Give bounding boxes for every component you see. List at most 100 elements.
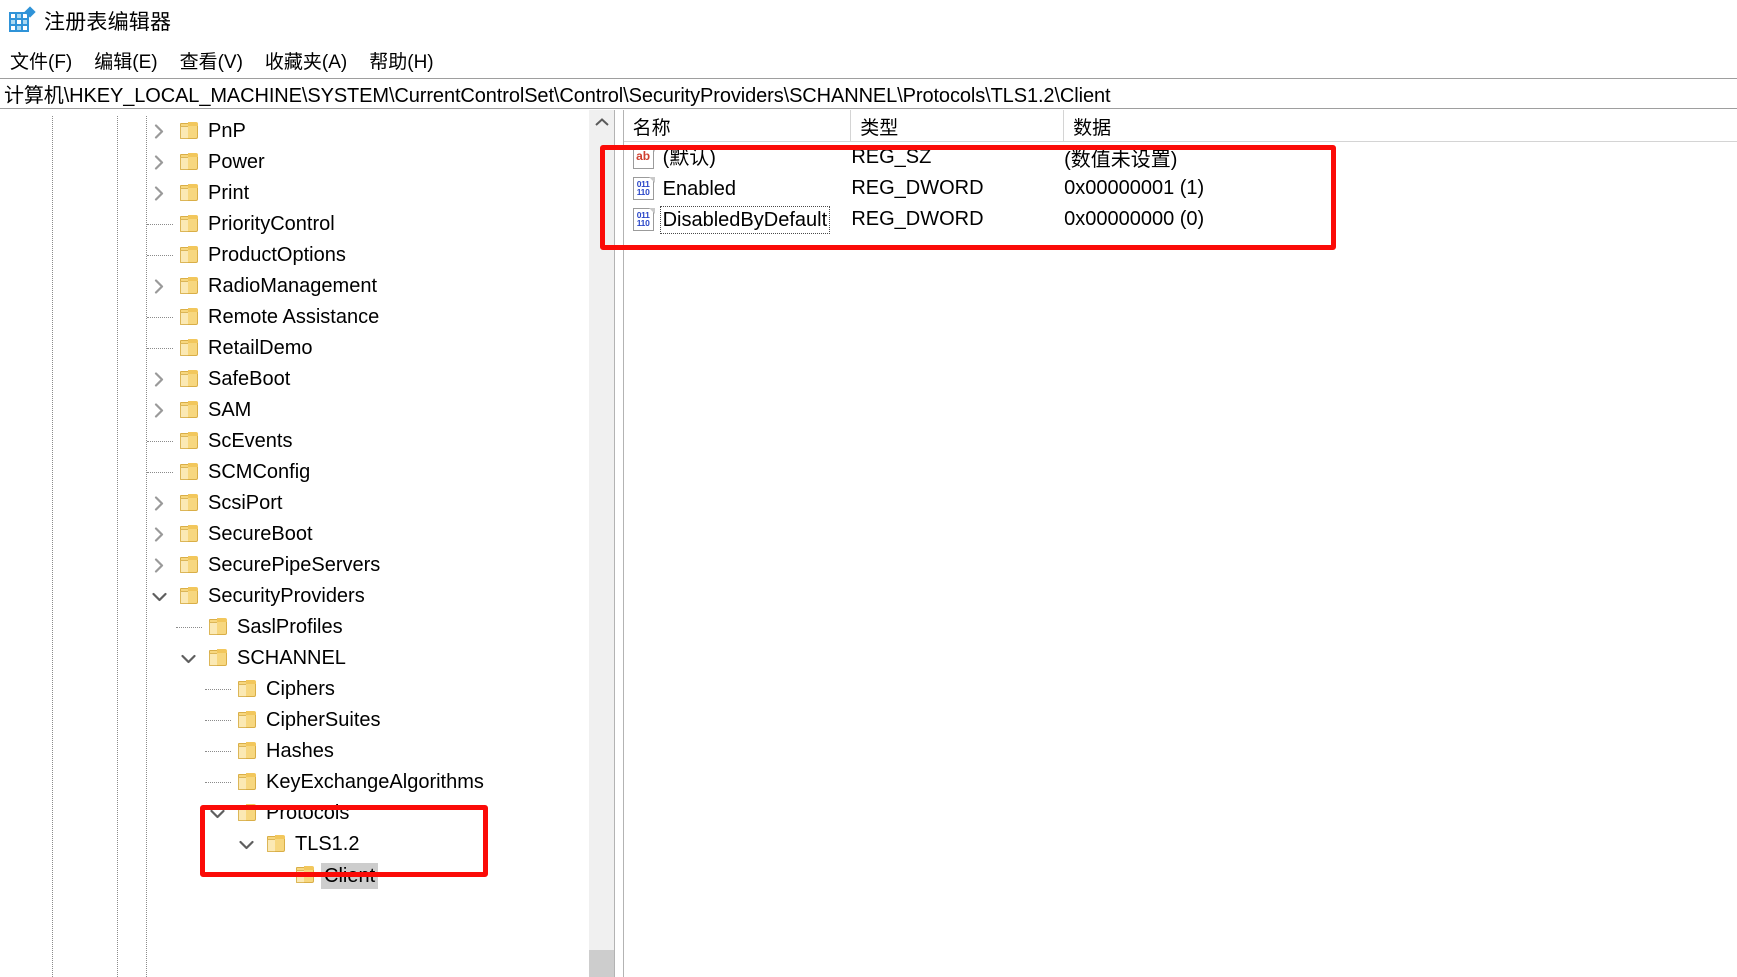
tree-vertical-scrollbar[interactable] xyxy=(587,110,614,977)
tree-item-safeboot[interactable]: SafeBoot xyxy=(0,364,614,395)
tree-item-client[interactable]: Client xyxy=(0,860,614,891)
chevron-right-icon[interactable] xyxy=(148,147,170,178)
menu-help[interactable]: 帮助(H) xyxy=(367,46,443,75)
folder-icon-wrap xyxy=(267,835,289,857)
tree-item-protocols[interactable]: Protocols xyxy=(0,798,614,829)
folder-icon xyxy=(180,401,200,419)
folder-icon-wrap xyxy=(180,494,202,516)
tree-item-label: SCMConfig xyxy=(208,461,311,483)
values-list[interactable]: ab (默认) REG_SZ (数值未设置) 011 110 Enabled REG_DWOR… xyxy=(624,142,1737,235)
tree-item-securepipeservers[interactable]: SecurePipeServers xyxy=(0,550,614,581)
chevron-right-icon[interactable] xyxy=(148,519,170,550)
address-bar[interactable]: 计算机\HKEY_LOCAL_MACHINE\SYSTEM\CurrentCon… xyxy=(0,78,1737,109)
folder-icon-wrap xyxy=(180,153,202,175)
folder-icon-wrap xyxy=(180,339,202,361)
folder-icon xyxy=(180,339,200,357)
column-header-name-label: 名称 xyxy=(632,117,671,139)
tree-item-label: SaslProfiles xyxy=(237,616,343,638)
tree-item-print[interactable]: Print xyxy=(0,178,614,209)
tree-item-scsiport[interactable]: ScsiPort xyxy=(0,488,614,519)
folder-icon xyxy=(180,587,200,605)
registry-values-pane[interactable]: 名称 类型 数据 ab (默认) REG_SZ (数值未设置) 011 110 Enable… xyxy=(623,110,1737,977)
tree-item-label: Print xyxy=(208,182,250,204)
tree-scrollbar-thumb[interactable] xyxy=(588,950,614,977)
tree-item-schannel[interactable]: SCHANNEL xyxy=(0,643,614,674)
registry-tree-pane[interactable]: PnP Power Print PriorityControl ProductOptio… xyxy=(0,110,614,977)
chevron-right-icon[interactable] xyxy=(148,550,170,581)
folder-icon xyxy=(209,649,229,667)
tree-item-remote-assistance[interactable]: Remote Assistance xyxy=(0,302,614,333)
chevron-right-icon[interactable] xyxy=(148,395,170,426)
tree-item-ciphersuites[interactable]: CipherSuites xyxy=(0,705,614,736)
tree-item-retaildemo[interactable]: RetailDemo xyxy=(0,333,614,364)
folder-icon xyxy=(180,153,200,171)
tree-item-label: PnP xyxy=(208,120,246,142)
menu-view[interactable]: 查看(V) xyxy=(178,46,253,75)
folder-icon-wrap xyxy=(180,122,202,144)
cell-value-type: REG_DWORD xyxy=(851,208,984,230)
chevron-right-icon[interactable] xyxy=(148,488,170,519)
tree-item-label: SAM xyxy=(208,399,252,421)
folder-icon-wrap xyxy=(209,618,231,640)
tree-item-label: TLS1.2 xyxy=(295,833,360,855)
menu-help-label: 帮助(H) xyxy=(369,51,434,73)
tree-item-scevents[interactable]: ScEvents xyxy=(0,426,614,457)
tree-item-sam[interactable]: SAM xyxy=(0,395,614,426)
chevron-right-icon[interactable] xyxy=(148,116,170,147)
tree-connector-line xyxy=(176,627,202,628)
column-header-type-label: 类型 xyxy=(860,117,899,139)
tree-connector-line xyxy=(147,255,173,256)
tree-connector-line xyxy=(147,472,173,473)
table-row[interactable]: 011 110 DisabledByDefault REG_DWORD 0x000000… xyxy=(624,204,1737,235)
tree-item-secureboot[interactable]: SecureBoot xyxy=(0,519,614,550)
table-row[interactable]: 011 110 Enabled REG_DWORD 0x00000001 (1) xyxy=(624,173,1737,204)
tree-item-tls1.2[interactable]: TLS1.2 xyxy=(0,829,614,860)
registry-path-text: 计算机\HKEY_LOCAL_MACHINE\SYSTEM\CurrentCon… xyxy=(4,85,1111,107)
reg-dword-icon: 011 110 xyxy=(632,176,655,201)
tree-item-saslprofiles[interactable]: SaslProfiles xyxy=(0,612,614,643)
tree-item-power[interactable]: Power xyxy=(0,147,614,178)
registry-tree[interactable]: PnP Power Print PriorityControl ProductOptio… xyxy=(0,116,614,977)
folder-icon xyxy=(180,184,200,202)
cell-value-name: 011 110 Enabled xyxy=(624,173,852,204)
tree-item-hashes[interactable]: Hashes xyxy=(0,736,614,767)
menu-file-label: 文件(F) xyxy=(10,51,73,73)
chevron-right-icon[interactable] xyxy=(148,178,170,209)
column-header-name[interactable]: 名称 xyxy=(624,110,852,142)
folder-icon xyxy=(238,711,258,729)
chevron-down-icon[interactable] xyxy=(148,581,170,612)
column-header-data-label: 数据 xyxy=(1073,117,1112,139)
value-name-label: DisabledByDefault xyxy=(659,205,831,234)
tree-item-label: Remote Assistance xyxy=(208,306,380,328)
tree-item-label: ScsiPort xyxy=(208,492,283,514)
tree-item-securityproviders[interactable]: SecurityProviders xyxy=(0,581,614,612)
chevron-down-icon[interactable] xyxy=(206,798,228,829)
tree-item-label: SecureBoot xyxy=(208,523,313,545)
column-header-type[interactable]: 类型 xyxy=(851,110,1065,142)
menu-file[interactable]: 文件(F) xyxy=(8,46,82,75)
chevron-down-icon[interactable] xyxy=(177,643,199,674)
tree-item-label: RadioManagement xyxy=(208,275,377,297)
folder-icon-wrap xyxy=(180,308,202,330)
folder-icon xyxy=(180,432,200,450)
column-header-data[interactable]: 数据 xyxy=(1064,110,1737,142)
tree-item-productoptions[interactable]: ProductOptions xyxy=(0,240,614,271)
pane-splitter[interactable] xyxy=(613,110,624,977)
tree-item-keyexchangealgorithms[interactable]: KeyExchangeAlgorithms xyxy=(0,767,614,798)
table-row[interactable]: ab (默认) REG_SZ (数值未设置) xyxy=(624,142,1737,173)
chevron-down-icon[interactable] xyxy=(235,829,257,860)
menu-edit[interactable]: 编辑(E) xyxy=(92,46,167,75)
values-column-header: 名称 类型 数据 xyxy=(623,110,1737,142)
folder-icon-wrap xyxy=(180,432,202,454)
tree-item-radiomanagement[interactable]: RadioManagement xyxy=(0,271,614,302)
tree-item-pnp[interactable]: PnP xyxy=(0,116,614,147)
scroll-up-arrow-icon[interactable] xyxy=(589,110,614,134)
chevron-right-icon[interactable] xyxy=(148,271,170,302)
tree-item-label: KeyExchangeAlgorithms xyxy=(266,771,484,793)
menu-favorites[interactable]: 收藏夹(A) xyxy=(263,46,357,75)
tree-item-ciphers[interactable]: Ciphers xyxy=(0,674,614,705)
folder-icon xyxy=(180,463,200,481)
tree-item-scmconfig[interactable]: SCMConfig xyxy=(0,457,614,488)
chevron-right-icon[interactable] xyxy=(148,364,170,395)
tree-item-prioritycontrol[interactable]: PriorityControl xyxy=(0,209,614,240)
